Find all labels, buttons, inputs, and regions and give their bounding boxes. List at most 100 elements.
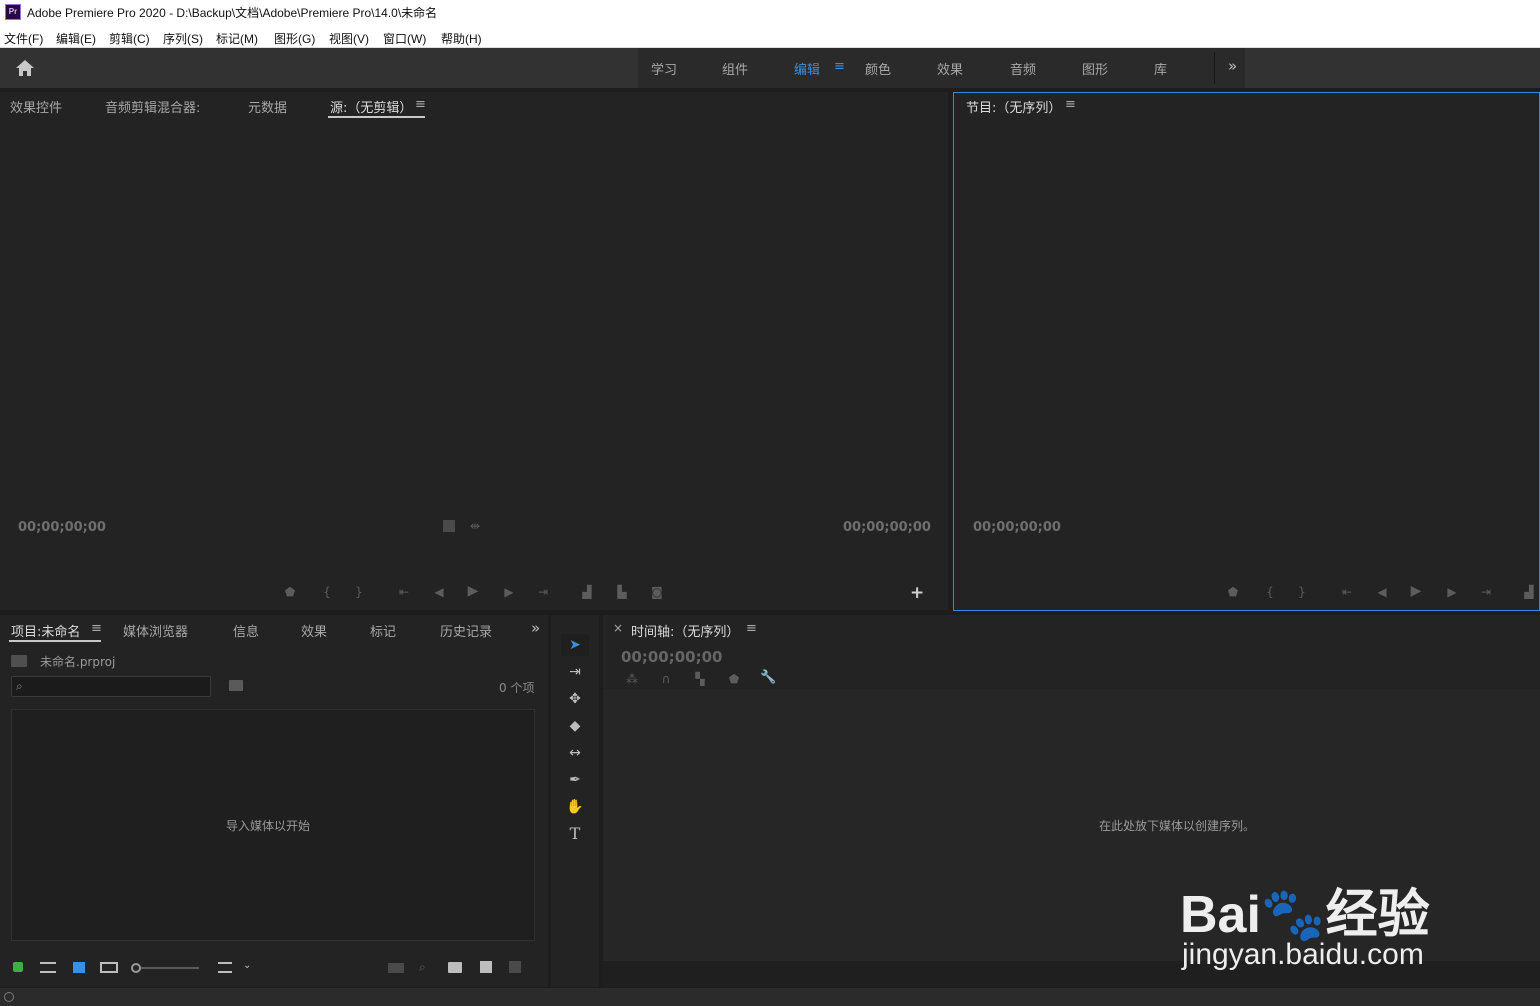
insert-icon[interactable]: ▟: [577, 585, 597, 599]
menu-edit[interactable]: 编辑(E): [56, 30, 96, 47]
program-mark-in-icon[interactable]: {: [1263, 585, 1277, 599]
program-timecode[interactable]: 00;00;00;00: [973, 520, 1061, 535]
lock-icon[interactable]: [13, 962, 23, 972]
tab-markers[interactable]: 标记: [370, 621, 396, 640]
baidu-jingyan-watermark: Bai🐾经验: [1180, 886, 1430, 944]
workspace-menu-icon[interactable]: ≡: [834, 59, 845, 74]
freeform-view-icon[interactable]: [100, 962, 118, 973]
source-timecode-current[interactable]: 00;00;00;00: [18, 520, 106, 535]
program-step-forward-icon[interactable]: ▶: [1444, 585, 1460, 599]
menu-graphics[interactable]: 图形(G): [274, 30, 315, 47]
tab-effect-controls[interactable]: 效果控件: [10, 97, 62, 116]
drag-video-icon[interactable]: [443, 520, 455, 532]
pen-tool-icon[interactable]: ✒: [561, 769, 589, 791]
timeline-menu-icon[interactable]: ≡: [746, 621, 757, 636]
tab-source[interactable]: 源:（无剪辑）: [330, 97, 412, 116]
list-view-icon[interactable]: [40, 962, 56, 973]
tab-history[interactable]: 历史记录: [440, 621, 492, 640]
tab-media-browser[interactable]: 媒体浏览器: [123, 621, 188, 640]
project-folder-icon: [11, 655, 27, 667]
workspace-tab-libraries[interactable]: 库: [1154, 59, 1167, 78]
program-lift-icon[interactable]: ▟: [1519, 585, 1539, 599]
menu-marker[interactable]: 标记(M): [216, 30, 258, 47]
tab-audio-clip-mixer[interactable]: 音频剪辑混合器:: [105, 97, 200, 116]
program-mark-out-icon[interactable]: }: [1295, 585, 1309, 599]
premiere-app-icon: Pr: [5, 4, 21, 20]
sort-icons-icon[interactable]: [218, 962, 232, 973]
menu-view[interactable]: 视图(V): [329, 30, 369, 47]
workspace-tab-graphics[interactable]: 图形: [1082, 59, 1108, 78]
tab-metadata[interactable]: 元数据: [248, 97, 287, 116]
hand-tool-icon[interactable]: ✋: [561, 796, 589, 818]
step-back-icon[interactable]: ◀: [431, 585, 447, 599]
razor-tool-icon[interactable]: ◆: [561, 715, 589, 737]
program-monitor-title[interactable]: 节目:（无序列）: [966, 97, 1061, 116]
trash-icon[interactable]: [509, 961, 521, 973]
status-icon[interactable]: [4, 992, 14, 1002]
workspace-tab-learn[interactable]: 学习: [651, 59, 677, 78]
timeline-empty-message: 在此处放下媒体以创建序列。: [1099, 819, 1256, 833]
program-play-icon[interactable]: ▶: [1408, 584, 1424, 598]
project-overflow-icon[interactable]: »: [531, 619, 540, 637]
workspace-tab-effects[interactable]: 效果: [937, 59, 963, 78]
button-editor-icon[interactable]: +: [910, 583, 924, 603]
find-icon[interactable]: ⌕: [419, 960, 426, 975]
tab-project[interactable]: 项目:未命名: [11, 621, 80, 640]
project-search-input[interactable]: [11, 676, 211, 697]
zoom-slider-track[interactable]: [141, 967, 199, 969]
nest-sequences-icon[interactable]: ⁂: [624, 672, 640, 686]
workspace-tab-assembly[interactable]: 组件: [722, 59, 748, 78]
source-panel-menu-icon[interactable]: ≡: [415, 97, 426, 112]
home-icon[interactable]: [14, 58, 36, 78]
chevron-down-icon[interactable]: ⌄: [243, 960, 251, 971]
timeline-timecode[interactable]: 00;00;00;00: [621, 648, 723, 666]
source-timecode-duration[interactable]: 00;00;00;00: [843, 520, 931, 535]
automate-to-sequence-icon[interactable]: [388, 963, 404, 973]
program-step-back-icon[interactable]: ◀: [1374, 585, 1390, 599]
timeline-close-icon[interactable]: ×: [613, 621, 623, 635]
program-add-marker-icon[interactable]: ⬟: [1226, 585, 1240, 599]
zoom-slider-handle[interactable]: [131, 963, 141, 973]
menu-window[interactable]: 窗口(W): [383, 30, 426, 47]
menu-file[interactable]: 文件(F): [4, 30, 43, 47]
workspace-bar-right: [1245, 48, 1540, 88]
tab-effects[interactable]: 效果: [301, 621, 327, 640]
play-icon[interactable]: ▶: [465, 584, 481, 598]
active-tab-indicator: [328, 116, 425, 118]
new-item-icon[interactable]: [480, 961, 492, 973]
program-go-to-in-icon[interactable]: ⇤: [1339, 585, 1355, 599]
workspace-tab-editing[interactable]: 编辑: [794, 59, 820, 78]
ripple-edit-tool-icon[interactable]: ✥: [561, 688, 589, 710]
linked-selection-icon[interactable]: ▚: [692, 672, 708, 686]
mark-in-icon[interactable]: {: [320, 585, 334, 599]
new-search-bin-icon[interactable]: [229, 680, 243, 691]
program-panel-menu-icon[interactable]: ≡: [1065, 97, 1076, 112]
step-forward-icon[interactable]: ▶: [501, 585, 517, 599]
wrench-icon[interactable]: 🔧: [760, 671, 776, 685]
add-marker-icon[interactable]: ⬟: [283, 585, 297, 599]
menu-help[interactable]: 帮助(H): [441, 30, 482, 47]
snap-icon[interactable]: ∩: [658, 672, 674, 686]
drag-audio-icon[interactable]: ⇹: [467, 519, 483, 533]
workspace-tab-audio[interactable]: 音频: [1010, 59, 1036, 78]
overwrite-icon[interactable]: ▙: [612, 585, 632, 599]
menu-sequence[interactable]: 序列(S): [163, 30, 203, 47]
workspace-overflow-icon[interactable]: »: [1228, 57, 1237, 75]
timeline-title[interactable]: 时间轴:（无序列）: [631, 621, 739, 640]
export-frame-icon[interactable]: ◙: [649, 585, 665, 599]
workspace-tab-color[interactable]: 颜色: [865, 59, 891, 78]
go-to-in-icon[interactable]: ⇤: [396, 585, 412, 599]
mark-out-icon[interactable]: }: [352, 585, 366, 599]
go-to-out-icon[interactable]: ⇥: [535, 585, 551, 599]
selection-tool-icon[interactable]: ➤: [561, 634, 589, 656]
type-tool-icon[interactable]: T: [561, 823, 589, 845]
program-go-to-out-icon[interactable]: ⇥: [1478, 585, 1494, 599]
slip-tool-icon[interactable]: ↔: [561, 742, 589, 764]
timeline-add-marker-icon[interactable]: ⬟: [727, 672, 741, 686]
icon-view-icon[interactable]: [73, 962, 85, 973]
new-bin-icon[interactable]: [448, 962, 462, 973]
menu-clip[interactable]: 剪辑(C): [109, 30, 150, 47]
track-select-tool-icon[interactable]: ⇥: [561, 661, 589, 683]
project-panel-menu-icon[interactable]: ≡: [91, 621, 102, 636]
tab-info[interactable]: 信息: [233, 621, 259, 640]
